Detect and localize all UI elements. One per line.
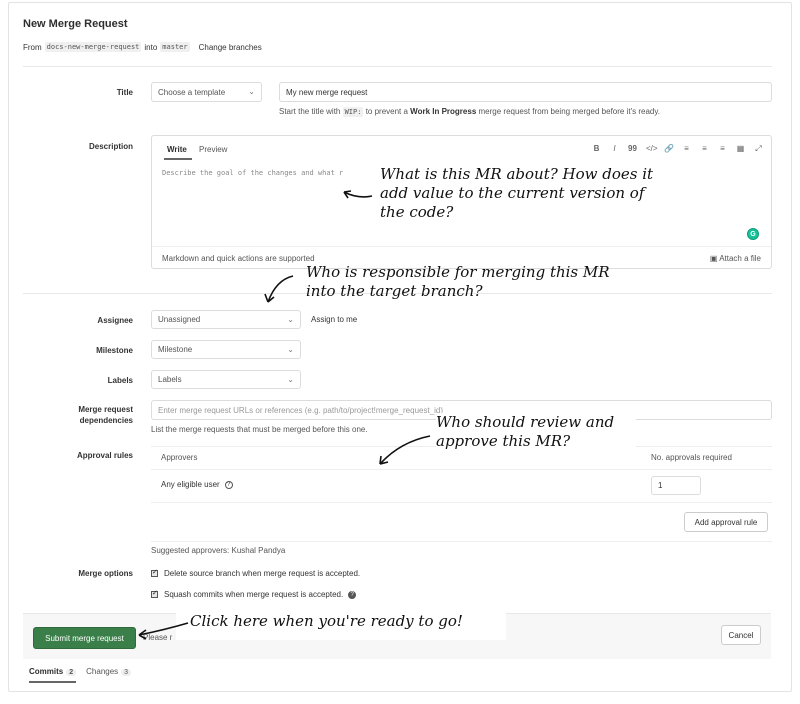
assignee-value: Unassigned (158, 315, 201, 324)
tab-changes[interactable]: Changes 3 (86, 667, 132, 683)
image-icon: ▣ (709, 254, 718, 263)
description-annotation: What is this MR about? How does it add v… (378, 163, 668, 223)
submit-annotation: Click here when you're ready to go! (176, 610, 506, 640)
assignee-dropdown[interactable]: Unassigned ⌄ (151, 310, 301, 329)
squash-commits-option[interactable]: Squash commits when merge request is acc… (151, 589, 357, 599)
from-label: From (23, 42, 42, 52)
tab-write-underline (164, 158, 192, 160)
attach-file-label: Attach a file (719, 254, 761, 263)
change-branches-link[interactable]: Change branches (199, 43, 262, 52)
title-help-suffix: merge request from being merged before i… (478, 107, 660, 116)
question-icon[interactable]: ? (224, 480, 233, 489)
assignee-annotation: Who is responsible for merging this MR i… (306, 263, 610, 301)
squash-label: Squash commits when merge request is acc… (164, 590, 344, 599)
question-icon[interactable]: ? (348, 590, 357, 599)
labels-value: Labels (158, 375, 182, 384)
bullet-list-icon[interactable]: ≡ (682, 144, 691, 154)
approval-rules-label: Approval rules (76, 451, 133, 460)
labels-dropdown[interactable]: Labels ⌄ (151, 370, 301, 389)
chevron-down-icon: ⌄ (287, 314, 294, 324)
add-approval-rule-button[interactable]: Add approval rule (684, 512, 768, 532)
tab-commits[interactable]: Commits 2 (29, 667, 77, 683)
page-title: New Merge Request (23, 18, 128, 30)
dependencies-label: Merge request dependencies (23, 405, 133, 427)
approval-rule-name: Any eligible user (161, 480, 220, 489)
target-branch: master (160, 42, 190, 52)
source-branch: docs-new-merge-request (44, 42, 142, 52)
assignee-arrow-icon (264, 275, 294, 303)
title-help-middle: to prevent a (365, 107, 408, 116)
delete-source-checkbox[interactable] (151, 568, 158, 577)
approvals-required-value: 1 (658, 481, 663, 490)
code-icon[interactable]: </> (646, 144, 658, 154)
template-dropdown-value: Choose a template (158, 87, 226, 97)
dependencies-placeholder: Enter merge request URLs or references (… (158, 405, 444, 415)
branch-info: From docs-new-merge-request into master … (23, 42, 262, 52)
dependencies-label-line2: dependencies (79, 415, 133, 425)
approvals-required-input[interactable]: 1 (651, 476, 701, 495)
cancel-button[interactable]: Cancel (721, 625, 761, 645)
chevron-down-icon: ⌄ (287, 344, 294, 354)
title-help: Start the title with WIP: to prevent a W… (279, 107, 660, 117)
approval-annotation: Who should review and approve this MR? (436, 413, 636, 452)
dependencies-help: List the merge requests that must be mer… (151, 425, 368, 434)
milestone-label: Milestone (96, 346, 133, 355)
link-icon[interactable]: 🔗 (664, 144, 674, 154)
title-label: Title (116, 88, 133, 97)
delete-source-branch-option[interactable]: Delete source branch when merge request … (151, 568, 361, 578)
title-help-bold: Work In Progress (410, 107, 477, 116)
title-input[interactable]: My new merge request (279, 82, 772, 102)
merge-options-label: Merge options (78, 569, 133, 578)
description-arrow-icon (343, 190, 373, 199)
task-list-icon[interactable]: ≡ (718, 144, 727, 154)
tab-changes-label: Changes (86, 667, 119, 676)
labels-label: Labels (107, 376, 133, 385)
table-icon[interactable]: ▦ (736, 144, 745, 154)
fullscreen-icon[interactable]: ⤢ (754, 144, 763, 154)
dependencies-label-line1: Merge request (78, 405, 133, 414)
assign-to-me-link[interactable]: Assign to me (311, 315, 357, 324)
description-textarea[interactable]: Describe the goal of the changes and wha… (162, 169, 343, 177)
tab-changes-count: 3 (121, 669, 132, 676)
approval-rule-row: Any eligible user ? (161, 480, 233, 489)
approval-arrow-icon (379, 435, 431, 465)
markdown-note: Markdown and quick actions are supported (162, 254, 315, 263)
bottom-tabs: Commits 2 Changes 3 (29, 667, 132, 683)
tab-commits-count: 2 (66, 669, 77, 676)
title-help-prefix: Start the title with (279, 107, 341, 116)
template-dropdown[interactable]: Choose a template ⌄ (151, 82, 262, 102)
wip-code: WIP: (342, 107, 364, 117)
markdown-toolbar: B I 99 </> 🔗 ≡ ≡ ≡ ▦ ⤢ (592, 144, 763, 154)
italic-icon[interactable]: I (610, 144, 619, 154)
grammarly-icon[interactable]: G (747, 228, 759, 240)
tab-write[interactable]: Write (167, 145, 187, 154)
assignee-label: Assignee (97, 316, 133, 325)
bold-icon[interactable]: B (592, 144, 601, 154)
divider (151, 469, 772, 470)
divider (23, 66, 772, 67)
quote-icon[interactable]: 99 (628, 144, 637, 154)
delete-source-label: Delete source branch when merge request … (164, 569, 361, 578)
milestone-dropdown[interactable]: Milestone ⌄ (151, 340, 301, 359)
attach-file-link[interactable]: ▣ Attach a file (710, 254, 761, 263)
submit-merge-request-button[interactable]: Submit merge request (33, 627, 136, 649)
chevron-down-icon: ⌄ (287, 374, 294, 384)
chevron-down-icon: ⌄ (248, 87, 255, 97)
into-label: into (144, 42, 158, 52)
tab-preview[interactable]: Preview (199, 145, 227, 154)
tab-commits-label: Commits (29, 667, 64, 676)
squash-checkbox[interactable] (151, 589, 158, 598)
description-label: Description (88, 142, 133, 151)
approvers-column-header: Approvers (161, 453, 198, 462)
milestone-value: Milestone (158, 345, 193, 354)
submit-arrow-icon (138, 622, 189, 640)
title-input-value: My new merge request (286, 87, 368, 97)
divider (151, 541, 772, 542)
numbered-list-icon[interactable]: ≡ (700, 144, 709, 154)
suggested-approvers: Suggested approvers: Kushal Pandya (151, 546, 286, 555)
divider (151, 502, 772, 503)
approvals-required-column-header: No. approvals required (651, 453, 732, 462)
